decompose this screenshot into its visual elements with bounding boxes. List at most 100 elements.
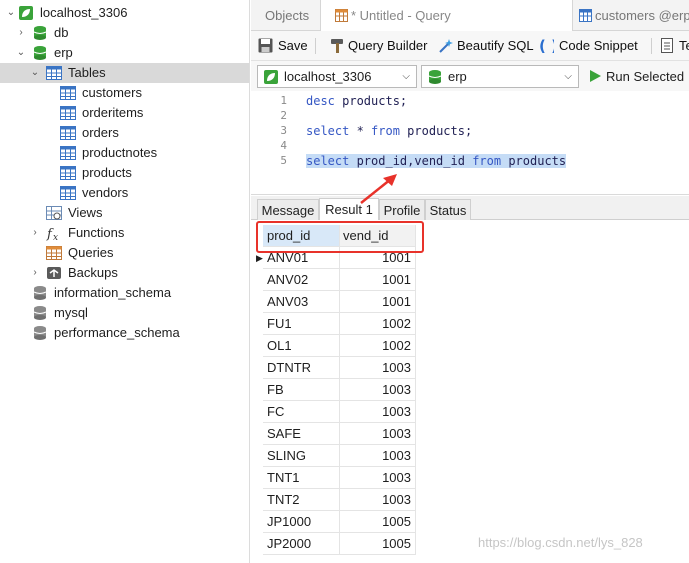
tree-item-table[interactable]: orderitems [0,103,249,123]
cell-prod-id[interactable]: JP1000 [263,511,340,533]
code-snippet-button[interactable]: ( ) Code Snippet [539,37,641,55]
svg-text:x: x [53,233,58,241]
tree-item-database[interactable]: mysql [0,303,249,323]
highlight-box [256,221,424,253]
database-select[interactable]: erp ⌵ [421,65,579,88]
cell-vend-id[interactable]: 1003 [340,423,416,445]
tree-item-queries[interactable]: Queries [0,243,249,263]
cell-prod-id[interactable]: DTNTR [263,357,340,379]
cell-prod-id[interactable]: FC [263,401,340,423]
query-icon [46,246,62,260]
tree-item-label: Functions [68,225,125,240]
cell-prod-id[interactable]: TNT2 [263,489,340,511]
function-icon: f x [46,227,58,241]
cell-vend-id[interactable]: 1002 [340,313,416,335]
cell-prod-id[interactable]: ANV03 [263,291,340,313]
run-selected-button[interactable]: Run Selected [589,65,684,88]
connection-select[interactable]: localhost_3306 ⌵ [257,65,417,88]
tab-customers[interactable]: customers @erp [573,0,689,31]
tree-item-backups[interactable]: › Backups [0,263,249,283]
cell-vend-id[interactable]: 1005 [340,511,416,533]
sql-keyword: from [371,124,400,138]
chevron-down-icon[interactable]: ⌄ [30,68,40,78]
tree-item-label: Queries [68,245,114,260]
tree-item-table[interactable]: productnotes [0,143,249,163]
code-line: select * from products; [306,121,472,141]
table-row[interactable]: OL1 1002 [251,335,421,357]
tree-item-table[interactable]: customers [0,83,249,103]
cell-vend-id[interactable]: 1003 [340,379,416,401]
tree-item-label: customers [82,85,142,100]
tree-item-label: localhost_3306 [40,5,128,20]
query-builder-button[interactable]: Query Builder [330,37,430,55]
result-grid[interactable]: prod_id vend_id ▶ ANV01 1001 ANV02 1001 ANV03… [251,221,689,563]
tree-item-functions[interactable]: › f x Functions [0,223,249,243]
cell-prod-id[interactable]: OL1 [263,335,340,357]
cell-prod-id[interactable]: FU1 [263,313,340,335]
backup-icon [47,267,61,279]
beautify-sql-button[interactable]: Beautify SQL [438,37,534,55]
table-row[interactable]: FU1 1002 [251,313,421,335]
sql-editor[interactable]: 1 2 3 4 5 desc products; select * from p… [251,91,689,195]
chevron-right-icon[interactable]: › [30,268,40,278]
sql-text: prod_id,vend_id [349,154,473,168]
table-row[interactable]: SAFE 1003 [251,423,421,445]
tree-item-label: orders [82,125,119,140]
tree-item-table[interactable]: vendors [0,183,249,203]
save-button[interactable]: Save [258,37,308,55]
table-row[interactable]: TNT1 1003 [251,467,421,489]
tree-item-label: performance_schema [54,325,180,340]
tree-item-label: Backups [68,265,118,280]
save-label: Save [278,38,308,53]
chevron-down-icon[interactable]: ⌄ [6,8,16,18]
tab-objects[interactable]: Objects [251,0,321,31]
table-row[interactable]: JP1000 1005 [251,511,421,533]
cell-vend-id[interactable]: 1003 [340,467,416,489]
cell-prod-id[interactable]: JP2000 [263,533,340,555]
tree-item-tables[interactable]: ⌄ Tables [0,63,249,83]
tab-untitled-query[interactable]: * Untitled - Query [321,0,573,32]
tab-message[interactable]: Message [257,199,319,220]
chevron-right-icon[interactable]: › [16,28,26,38]
cell-prod-id[interactable]: FB [263,379,340,401]
table-row[interactable]: ANV03 1001 [251,291,421,313]
magic-wand-icon [439,39,453,53]
cell-vend-id[interactable]: 1003 [340,489,416,511]
cell-prod-id[interactable]: TNT1 [263,467,340,489]
tree-item-table[interactable]: products [0,163,249,183]
sql-text: products [501,154,567,168]
cell-prod-id[interactable]: ANV02 [263,269,340,291]
table-row[interactable]: ANV02 1001 [251,269,421,291]
tree-item-table[interactable]: orders [0,123,249,143]
table-row[interactable]: SLING 1003 [251,445,421,467]
cell-vend-id[interactable]: 1002 [340,335,416,357]
play-icon [590,70,601,82]
cell-prod-id[interactable]: SLING [263,445,340,467]
tab-status[interactable]: Status [425,199,471,220]
table-row[interactable]: DTNTR 1003 [251,357,421,379]
cell-vend-id[interactable]: 1003 [340,401,416,423]
table-row[interactable]: JP2000 1005 [251,533,421,555]
tree-item-erp[interactable]: ⌄ erp [0,43,249,63]
cell-vend-id[interactable]: 1001 [340,269,416,291]
tree-item-label: productnotes [82,145,158,160]
cell-vend-id[interactable]: 1003 [340,445,416,467]
tree-item-database[interactable]: information_schema [0,283,249,303]
table-row[interactable]: TNT2 1003 [251,489,421,511]
cell-vend-id[interactable]: 1001 [340,291,416,313]
cell-vend-id[interactable]: 1005 [340,533,416,555]
chevron-down-icon[interactable]: ⌄ [16,48,26,58]
tree-item-views[interactable]: Views [0,203,249,223]
tree-item-database[interactable]: performance_schema [0,323,249,343]
tree-item-connection[interactable]: ⌄ localhost_3306 [0,3,249,23]
table-row[interactable]: FC 1003 [251,401,421,423]
table-icon [60,146,76,160]
cell-vend-id[interactable]: 1003 [340,357,416,379]
table-icon [579,9,592,22]
tree-item-db[interactable]: › db [0,23,249,43]
table-row[interactable]: FB 1003 [251,379,421,401]
cell-prod-id[interactable]: SAFE [263,423,340,445]
beautify-sql-label: Beautify SQL [457,38,534,53]
text-button[interactable]: Te [661,37,689,55]
chevron-right-icon[interactable]: › [30,228,40,238]
